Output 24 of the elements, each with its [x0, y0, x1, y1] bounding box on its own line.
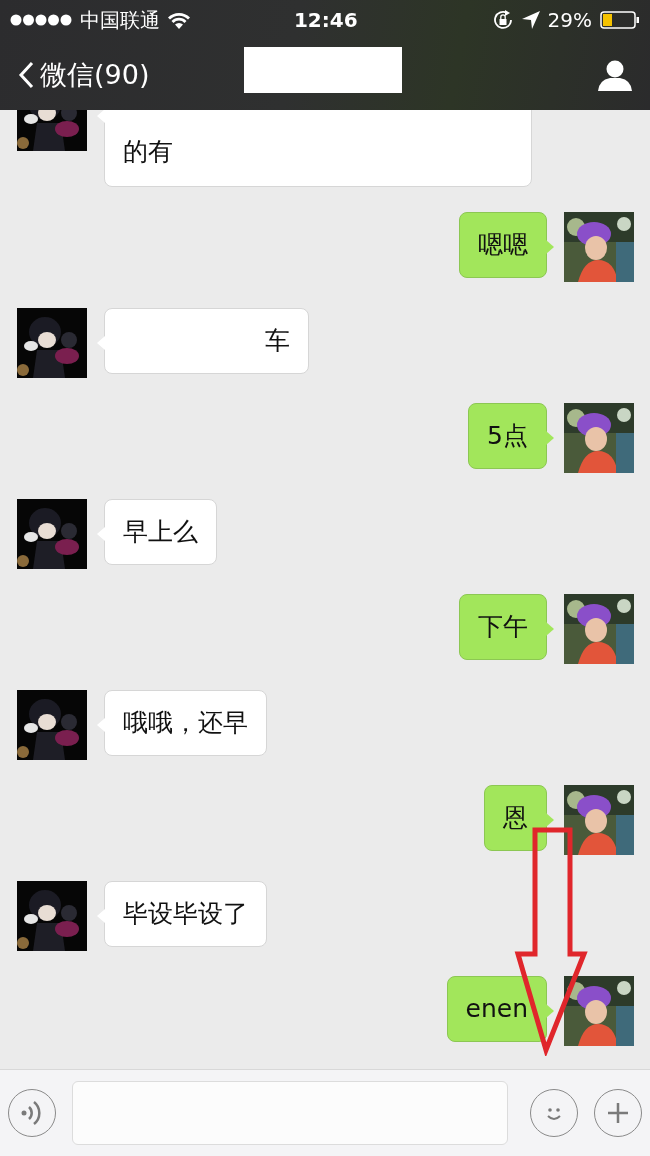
message-text: 恩 — [503, 802, 528, 834]
message-text: 的有 — [123, 135, 173, 168]
message-text: 5点 — [487, 420, 528, 452]
location-icon — [521, 11, 540, 29]
message-text: 哦哦，还早 — [123, 706, 248, 739]
message-text: 早上么 — [123, 515, 198, 548]
voice-icon — [21, 1100, 43, 1126]
profile-icon[interactable] — [598, 59, 632, 91]
message-text: enen — [465, 993, 528, 1025]
message-text: 下午 — [478, 611, 528, 643]
wifi-icon — [168, 11, 190, 29]
battery-icon — [600, 11, 640, 29]
back-button[interactable]: 微信(90) — [18, 57, 150, 93]
signal-icon — [10, 14, 72, 26]
clock-time: 12:46 — [293, 8, 358, 32]
rotation-lock-icon — [491, 9, 514, 31]
message-input[interactable] — [72, 1081, 508, 1145]
plus-icon — [607, 1102, 629, 1124]
message-text: 嗯嗯 — [478, 229, 528, 261]
message-text: 车 — [265, 324, 290, 357]
carrier-label: 中国联通 — [80, 6, 160, 34]
message-text: 毕设毕设了 — [123, 897, 248, 930]
back-chevron-icon — [18, 61, 34, 89]
battery-percent: 29% — [547, 8, 592, 32]
